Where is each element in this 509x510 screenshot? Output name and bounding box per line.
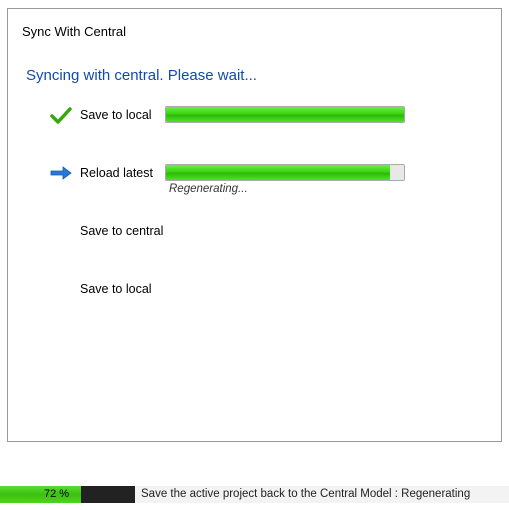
step-progress-container: Regenerating... — [165, 164, 501, 195]
check-icon — [48, 107, 74, 125]
step-label: Reload latest — [80, 164, 165, 180]
step-progress-container — [165, 106, 501, 123]
dialog-message: Syncing with central. Please wait... — [8, 39, 501, 84]
steps-list: Save to local Reload latest Regenerat — [8, 106, 501, 312]
step-save-to-local-2: Save to local — [8, 280, 501, 312]
progress-bar — [165, 164, 405, 181]
step-label: Save to central — [80, 222, 165, 238]
arrow-right-icon — [48, 165, 74, 181]
status-message: Save the active project back to the Cent… — [135, 486, 509, 503]
step-substatus: Regenerating... — [169, 183, 501, 195]
progress-bar — [165, 106, 405, 123]
dialog-title: Sync With Central — [8, 9, 501, 39]
status-progress: 72 % — [0, 486, 113, 503]
step-label: Save to local — [80, 106, 165, 122]
step-save-to-central: Save to central — [8, 222, 501, 254]
status-bar: 72 % Save the active project back to the… — [0, 486, 509, 503]
status-gap — [113, 486, 135, 503]
progress-fill — [166, 107, 404, 122]
sync-dialog: Sync With Central Syncing with central. … — [7, 8, 502, 442]
step-reload-latest: Reload latest Regenerating... — [8, 164, 501, 196]
status-progress-label: 72 % — [0, 486, 113, 503]
step-save-to-local-1: Save to local — [8, 106, 501, 138]
step-label: Save to local — [80, 280, 165, 296]
progress-fill — [166, 165, 390, 180]
progress-remainder — [390, 165, 404, 180]
